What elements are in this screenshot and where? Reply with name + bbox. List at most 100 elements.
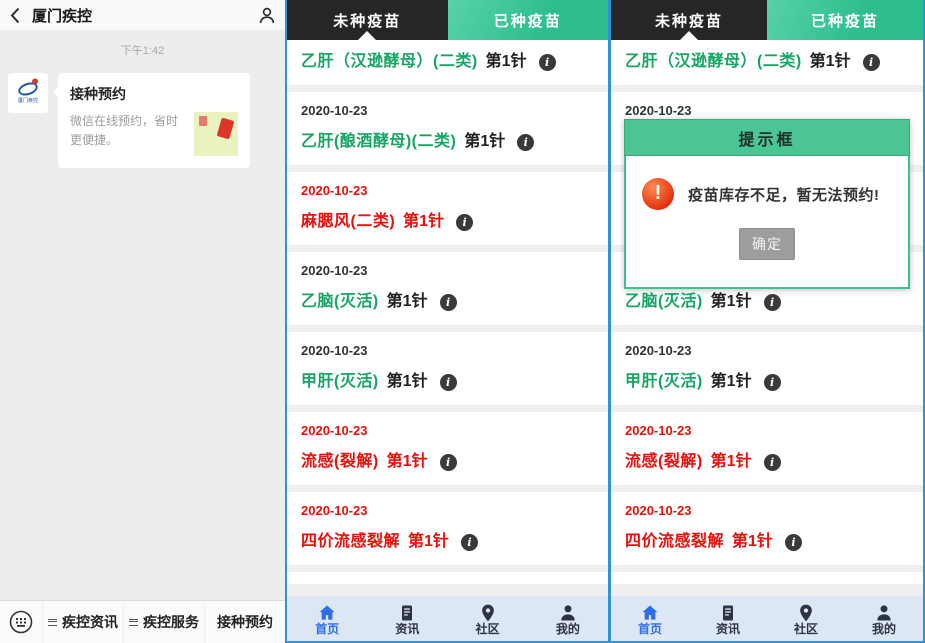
vaccine-card[interactable]: 乙肝（汉逊酵母）(二类) 第1针 <box>611 40 923 85</box>
vaccine-name: 四价流感裂解 <box>625 532 724 552</box>
nav-label: 首页 <box>315 623 339 635</box>
vaccine-name: 流感(裂解) <box>301 452 379 472</box>
vaccine-dose: 第1针 <box>464 132 505 152</box>
message-card[interactable]: 接种预约 微信在线预约，省时更便捷。 <box>58 73 250 168</box>
dialog-body: 疫苗库存不足，暂无法预约! 确定 <box>624 156 910 289</box>
vaccine-date: 2020-10-23 <box>301 344 594 357</box>
vaccine-card[interactable]: 2020-10-23 麻腮风(二类) 第1针 <box>287 172 608 245</box>
vaccine-dose: 第1针 <box>711 372 752 392</box>
info-icon[interactable] <box>440 294 457 311</box>
vaccine-card[interactable]: 2020-10-23 甲肝(灭活) 第1针 <box>611 332 923 405</box>
vaccine-card[interactable]: 2020-10-23 流感(裂解) 第1针 <box>287 412 608 485</box>
nav-label: 首页 <box>638 623 662 635</box>
nav-label: 资讯 <box>716 623 740 635</box>
vaccine-card[interactable]: 2020-10-23 乙脑(灭活) 第1针 <box>287 252 608 325</box>
vaccine-date: 2020-10-23 <box>625 344 909 357</box>
submenu-icon <box>48 619 57 626</box>
vaccine-card[interactable]: 2020-10-23 四价流感裂解 第1针 <box>287 492 608 565</box>
nav-community[interactable]: 社区 <box>767 603 845 635</box>
info-icon[interactable] <box>764 374 781 391</box>
submenu-icon <box>129 619 138 626</box>
vaccine-name: 甲肝(灭活) <box>625 372 703 392</box>
tab-vaccinated[interactable]: 已种疫苗 <box>767 0 923 40</box>
vaccine-card[interactable]: 2020-10-23 乙肝(酿酒酵母)(二类) 第1针 <box>287 92 608 165</box>
alert-icon <box>642 178 674 210</box>
message-title: 接种预约 <box>70 84 238 104</box>
cdc-logo-icon <box>17 80 40 98</box>
nav-news[interactable]: 资讯 <box>367 603 447 635</box>
info-icon[interactable] <box>440 374 457 391</box>
nav-home[interactable]: 首页 <box>611 603 689 635</box>
nav-label: 社区 <box>476 623 500 635</box>
info-icon[interactable] <box>785 534 802 551</box>
vaccine-card[interactable]: 2020-10-23 甲肝(灭活) 第1针 <box>287 332 608 405</box>
contact-icon[interactable] <box>259 7 275 24</box>
vaccine-tabs: 未种疫苗 已种疫苗 <box>287 0 608 40</box>
avatar-label: 厦门疾控 <box>18 97 38 104</box>
vaccine-dose: 第1针 <box>408 532 449 552</box>
confirm-button[interactable]: 确定 <box>739 228 795 260</box>
nav-label: 社区 <box>794 623 818 635</box>
vaccine-date: 2020-10-23 <box>301 424 594 437</box>
nav-mine[interactable]: 我的 <box>528 603 608 635</box>
vaccine-date: 2020-10-23 <box>301 104 594 117</box>
info-icon[interactable] <box>764 454 781 471</box>
vaccine-date: 2020-10-23 <box>625 504 909 517</box>
menu-item-cdc-news[interactable]: 疾控资讯 <box>42 601 123 643</box>
menu-item-label: 接种预约 <box>217 612 273 632</box>
message-subtitle: 微信在线预约，省时更便捷。 <box>70 112 188 156</box>
vaccine-card-partial <box>287 572 608 584</box>
message-row: 厦门疾控 接种预约 微信在线预约，省时更便捷。 <box>0 58 285 168</box>
home-icon <box>640 603 660 623</box>
vaccine-card[interactable]: 2020-10-23 四价流感裂解 第1针 <box>611 492 923 565</box>
menu-item-cdc-services[interactable]: 疾控服务 <box>123 601 204 643</box>
vaccine-dose: 第1针 <box>387 452 428 472</box>
vaccine-panel-modal: 未种疫苗 已种疫苗 乙肝（汉逊酵母）(二类) 第1针 2020-10-23 乙肝… <box>610 0 925 643</box>
tab-unvaccinated[interactable]: 未种疫苗 <box>611 0 767 40</box>
info-icon[interactable] <box>764 294 781 311</box>
vaccine-card-partial <box>611 572 923 584</box>
news-icon <box>397 603 417 623</box>
vaccine-name: 甲肝(灭活) <box>301 372 379 392</box>
vaccine-dose: 第1针 <box>387 292 428 312</box>
vaccine-name: 乙脑(灭活) <box>625 292 703 312</box>
vaccine-card[interactable]: 乙肝（汉逊酵母）(二类) 第1针 <box>287 40 608 85</box>
vaccine-dose: 第1针 <box>387 372 428 392</box>
location-pin-icon <box>478 603 498 623</box>
vaccine-list: 乙肝（汉逊酵母）(二类) 第1针 2020-10-23 乙肝(酿酒酵母)(二类)… <box>287 40 608 596</box>
avatar[interactable]: 厦门疾控 <box>8 73 48 113</box>
tab-vaccinated[interactable]: 已种疫苗 <box>448 0 609 40</box>
tab-unvaccinated[interactable]: 未种疫苗 <box>287 0 448 40</box>
info-icon[interactable] <box>440 454 457 471</box>
info-icon[interactable] <box>517 134 534 151</box>
vaccine-card[interactable]: 2020-10-23 流感(裂解) 第1针 <box>611 412 923 485</box>
bottom-nav: 首页 资讯 社区 我的 <box>287 596 608 641</box>
vaccine-name: 乙肝（汉逊酵母）(二类) <box>301 52 478 72</box>
nav-mine[interactable]: 我的 <box>845 603 923 635</box>
person-icon <box>874 603 894 623</box>
location-pin-icon <box>796 603 816 623</box>
chat-body: 下午1:42 厦门疾控 接种预约 微信在线预约，省时更便捷。 <box>0 30 285 600</box>
info-icon[interactable] <box>863 54 880 71</box>
vaccine-dose: 第1针 <box>403 212 444 232</box>
vaccine-dose: 第1针 <box>732 532 773 552</box>
vaccine-date: 2020-10-23 <box>625 424 909 437</box>
nav-label: 我的 <box>872 623 896 635</box>
info-icon[interactable] <box>456 214 473 231</box>
keyboard-icon[interactable] <box>0 610 42 634</box>
vaccine-date: 2020-10-23 <box>301 264 594 277</box>
nav-home[interactable]: 首页 <box>287 603 367 635</box>
vaccine-name: 流感(裂解) <box>625 452 703 472</box>
info-icon[interactable] <box>461 534 478 551</box>
nav-news[interactable]: 资讯 <box>689 603 767 635</box>
person-icon <box>558 603 578 623</box>
info-icon[interactable] <box>539 54 556 71</box>
menu-item-vaccination-booking[interactable]: 接种预约 <box>204 601 285 643</box>
stock-alert-dialog: 提示框 疫苗库存不足，暂无法预约! 确定 <box>624 119 910 289</box>
wechat-chat-panel: 厦门疾控 下午1:42 厦门疾控 接种预约 微信在线预约，省时更便捷。 <box>0 0 285 643</box>
vaccine-dose: 第1针 <box>711 452 752 472</box>
vaccine-panel-list: 未种疫苗 已种疫苗 乙肝（汉逊酵母）(二类) 第1针 2020-10-23 乙肝… <box>285 0 610 643</box>
back-icon[interactable] <box>10 7 20 24</box>
vaccine-date: 2020-10-23 <box>301 504 594 517</box>
nav-community[interactable]: 社区 <box>448 603 528 635</box>
